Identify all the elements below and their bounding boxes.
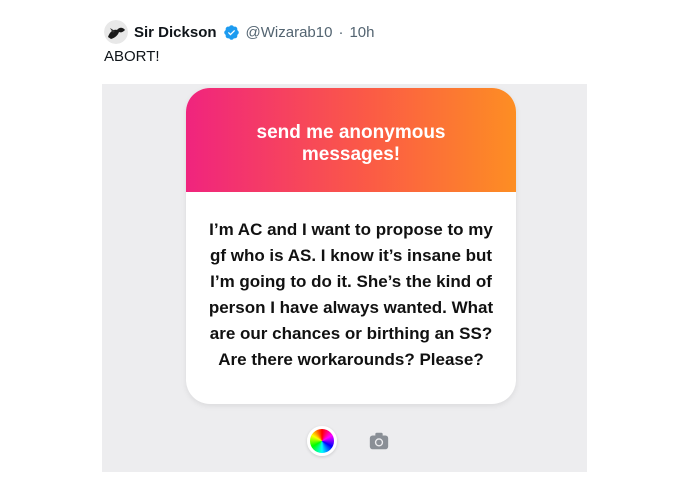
question-card-header: send me anonymous messages! <box>186 88 516 192</box>
verified-badge-icon <box>223 24 239 40</box>
question-card-message: I’m AC and I want to propose to my gf wh… <box>208 220 494 369</box>
question-card-title: send me anonymous messages! <box>256 122 446 165</box>
separator-dot: · <box>338 23 344 41</box>
author-name[interactable]: Sir Dickson <box>134 24 217 41</box>
author-handle[interactable]: @Wizarab10 <box>246 24 333 41</box>
tweet-header: Sir Dickson @Wizarab10 · 10h <box>104 20 375 44</box>
avatar-image-icon <box>104 20 128 44</box>
timestamp[interactable]: 10h <box>349 24 374 41</box>
camera-icon <box>369 432 389 450</box>
tweet-media-image[interactable]: send me anonymous messages! I’m AC and I… <box>102 84 587 472</box>
tweet-text: ABORT! <box>104 48 160 65</box>
question-card: send me anonymous messages! I’m AC and I… <box>186 88 516 404</box>
color-wheel-icon <box>307 426 337 456</box>
question-card-body: I’m AC and I want to propose to my gf wh… <box>186 192 516 404</box>
tweet: Sir Dickson @Wizarab10 · 10h ABORT! send… <box>0 0 693 484</box>
avatar[interactable] <box>104 20 128 44</box>
